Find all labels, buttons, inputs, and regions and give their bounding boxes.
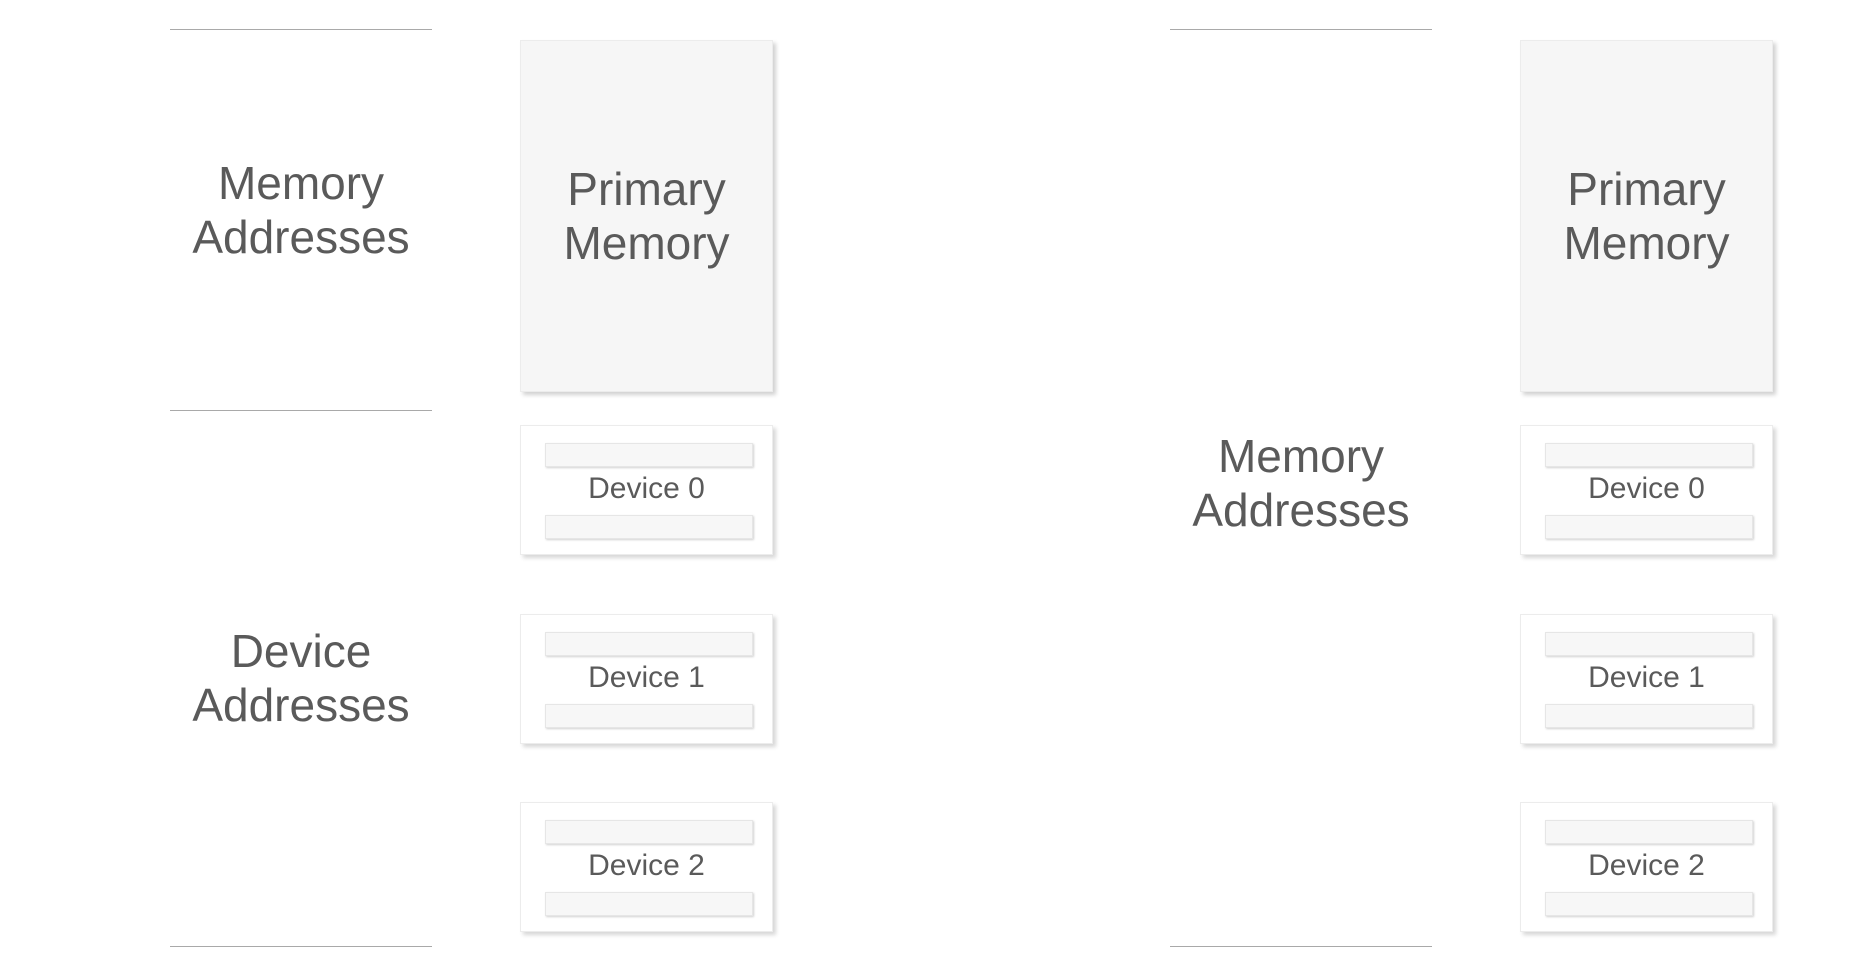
memory-addresses-label: Memory Addresses	[1192, 430, 1410, 536]
device-register-slot	[545, 820, 753, 844]
device-1-block: Device 1	[520, 614, 773, 744]
memory-range-top-rule	[170, 29, 432, 30]
device-register-slot	[1545, 704, 1753, 728]
device-register-slot	[1545, 632, 1753, 656]
memory-range-bottom-rule	[1170, 946, 1432, 947]
right-address-map: Memory Addresses Primary Memory Device 0…	[1000, 0, 1870, 966]
device-2-block: Device 2	[1520, 802, 1773, 932]
device-label: Device 1	[588, 661, 705, 694]
device-0-block: Device 0	[520, 425, 773, 555]
device-label: Device 2	[588, 849, 705, 882]
device-register-slot	[545, 443, 753, 467]
device-register-slot	[1545, 820, 1753, 844]
device-addresses-label: Device Addresses	[192, 625, 410, 731]
primary-memory-label: Primary Memory	[1563, 163, 1730, 269]
left-address-map: Memory Addresses Device Addresses Primar…	[0, 0, 935, 966]
device-label: Device 0	[1588, 472, 1705, 505]
primary-memory-label: Primary Memory	[563, 163, 730, 269]
device-register-slot	[545, 704, 753, 728]
device-register-slot	[545, 515, 753, 539]
device-register-slot	[1545, 443, 1753, 467]
device-register-slot	[1545, 515, 1753, 539]
device-range-bottom-rule	[170, 946, 432, 947]
device-register-slot	[545, 632, 753, 656]
memory-addresses-label: Memory Addresses	[192, 157, 410, 263]
primary-memory-block: Primary Memory	[1520, 40, 1773, 392]
device-1-block: Device 1	[1520, 614, 1773, 744]
memory-device-boundary-rule	[170, 410, 432, 411]
device-label: Device 1	[1588, 661, 1705, 694]
device-label: Device 2	[1588, 849, 1705, 882]
device-register-slot	[545, 892, 753, 916]
memory-range-top-rule	[1170, 29, 1432, 30]
device-2-block: Device 2	[520, 802, 773, 932]
device-register-slot	[1545, 892, 1753, 916]
device-label: Device 0	[588, 472, 705, 505]
primary-memory-block: Primary Memory	[520, 40, 773, 392]
device-0-block: Device 0	[1520, 425, 1773, 555]
